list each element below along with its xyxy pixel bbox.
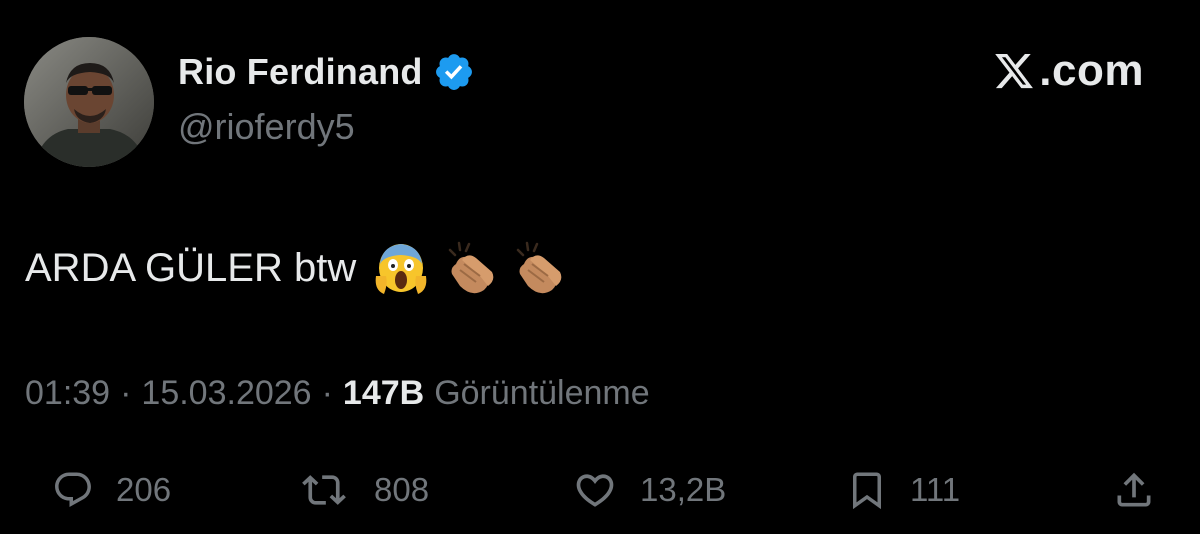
bookmark-count: 111 — [910, 471, 961, 508]
views-count[interactable]: 147B — [343, 374, 424, 413]
verified-badge-icon — [435, 54, 472, 90]
tweet-time[interactable]: 01:39 — [25, 374, 110, 413]
reply-bubble-icon — [55, 472, 91, 507]
bookmark-button[interactable]: 111 — [846, 462, 960, 518]
brand-domain-text: .com — [1039, 46, 1144, 95]
meta-separator: · — [321, 374, 333, 412]
author-display-name[interactable]: Rio Ferdinand — [178, 51, 423, 93]
x-logo-icon — [995, 53, 1034, 89]
clapping-hands-icon — [448, 241, 494, 294]
heart-icon — [576, 474, 614, 507]
bookmark-icon — [853, 472, 881, 510]
share-upload-icon — [1117, 472, 1151, 507]
reply-button[interactable]: 206 — [52, 462, 171, 518]
author-avatar[interactable] — [24, 37, 154, 167]
profile-photo-icon — [24, 37, 154, 167]
views-label: Görüntülenme — [434, 374, 650, 412]
reply-count: 206 — [116, 471, 172, 508]
tweet-text: ARDA GÜLER btw — [25, 245, 357, 290]
author-name-row[interactable]: Rio Ferdinand — [178, 50, 475, 94]
clapping-hands-icon — [516, 241, 562, 294]
tweet-meta: 01:39 · 15.03.2026 · 147B Görüntülenme — [25, 374, 650, 413]
share-button[interactable] — [1112, 462, 1156, 518]
repost-button[interactable]: 808 — [296, 462, 429, 518]
repost-count: 808 — [374, 471, 430, 508]
tweet-actions-bar: 206 808 13,2B 111 — [0, 462, 1200, 518]
like-count: 13,2B — [640, 471, 727, 508]
author-handle[interactable]: @rioferdy5 — [178, 106, 355, 148]
repost-icon — [302, 475, 346, 505]
tweet-body: ARDA GÜLER btw — [25, 238, 564, 298]
tweet-date[interactable]: 15.03.2026 — [141, 374, 311, 413]
meta-separator: · — [120, 374, 132, 412]
face-screaming-in-fear-icon — [375, 244, 427, 294]
like-button[interactable]: 13,2B — [572, 462, 726, 518]
brand-watermark: .com — [991, 46, 1144, 96]
